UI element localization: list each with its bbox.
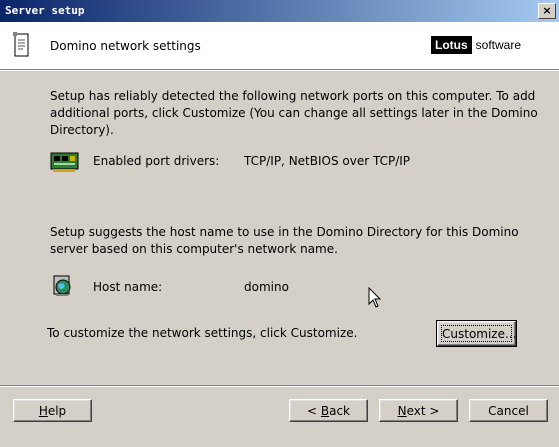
help-label: elp	[47, 404, 67, 418]
back-label: ack	[329, 404, 350, 418]
customize-hint-text: To customize the network settings, click…	[47, 326, 358, 340]
close-icon: ×	[542, 4, 552, 17]
back-button[interactable]: < Back	[289, 399, 368, 422]
host-name-value: domino	[244, 280, 289, 294]
mouse-cursor-icon	[368, 287, 382, 308]
lotus-logo: Lotus software	[431, 36, 521, 54]
port-drivers-label: Enabled port drivers:	[93, 154, 220, 168]
cancel-label: Cancel	[488, 404, 529, 418]
help-button[interactable]: Help	[13, 399, 92, 422]
host-intro-text: Setup suggests the host name to use in t…	[50, 225, 519, 256]
header-divider	[0, 70, 559, 71]
close-button[interactable]: ×	[538, 3, 556, 19]
next-button[interactable]: Next >	[379, 399, 458, 422]
title-bar: Server setup ×	[0, 0, 559, 23]
back-prefix: <	[306, 404, 321, 418]
host-name-label: Host name:	[93, 280, 163, 294]
logo-brand: Lotus	[431, 36, 472, 54]
globe-computer-icon	[53, 275, 71, 296]
cancel-button[interactable]: Cancel	[469, 399, 548, 422]
customize-button-label: Customize...	[441, 325, 517, 342]
page-title: Domino network settings	[50, 39, 201, 53]
footer-divider-highlight	[0, 386, 559, 387]
help-accel: H	[38, 404, 48, 418]
next-accel: N	[397, 404, 407, 418]
back-accel: B	[320, 404, 330, 418]
customize-button[interactable]: Customize...	[436, 320, 517, 347]
document-icon	[13, 32, 29, 57]
port-drivers-value: TCP/IP, NetBIOS over TCP/IP	[244, 154, 411, 168]
logo-suffix: software	[475, 38, 522, 52]
network-card-icon	[50, 152, 79, 172]
wizard-header: Domino network settings Lotus software	[0, 23, 559, 70]
ports-intro-text: Setup has reliably detected the followin…	[50, 89, 538, 137]
next-label: ext >	[406, 404, 440, 418]
window-title: Server setup	[5, 4, 85, 17]
